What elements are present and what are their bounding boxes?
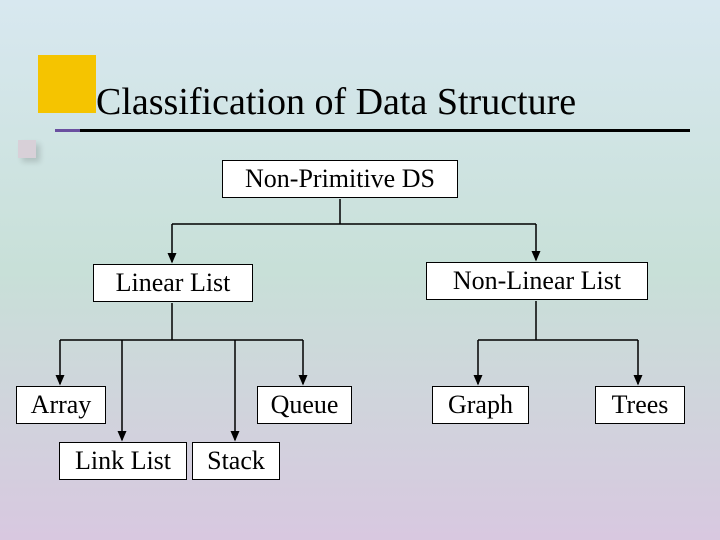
connector-root-to-children — [0, 0, 720, 540]
